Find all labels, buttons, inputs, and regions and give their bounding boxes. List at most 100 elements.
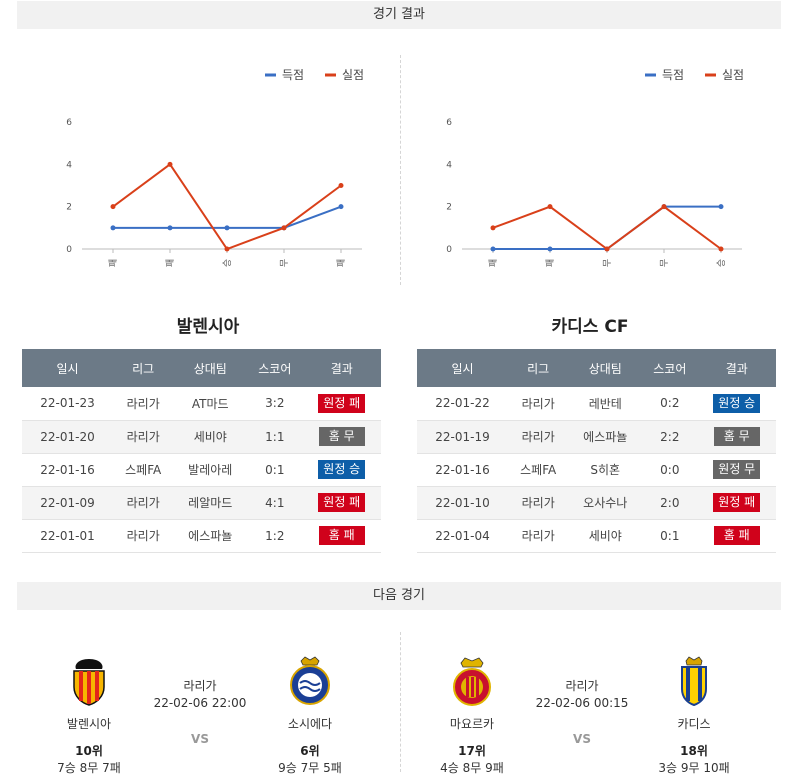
column-header: 결과 (697, 349, 776, 387)
next-match-away-record: 3승 9무 10패 (658, 761, 730, 775)
legend-label-scored: 득점 (282, 68, 304, 82)
cell-date: 22-01-20 (22, 420, 114, 454)
data-point-conceded (281, 225, 287, 231)
data-point-conceded (718, 246, 724, 252)
x-tick-label: 무 (279, 259, 290, 267)
data-point-scored (547, 246, 553, 252)
y-tick-label: 2 (446, 203, 452, 213)
next-match-datetime: 22-02-06 00:15 (535, 696, 629, 710)
cell-date: 22-01-01 (22, 519, 114, 553)
cell-opponent: 에스파뇰 (568, 420, 643, 454)
cell-score: 2:2 (642, 420, 698, 454)
result-badge: 홈 무 (318, 427, 365, 446)
next-match-info: 라리가 22-02-06 00:15 VS (512, 677, 652, 746)
cell-opponent: S히혼 (568, 453, 643, 487)
valencia-results-table: 일시 리그 상대팀 스코어 결과 22-01-23 라리가 AT마드 3:2 원정 패 22-01… (22, 349, 381, 553)
result-badge: 원정 무 (713, 460, 761, 479)
cell-date: 22-01-10 (417, 486, 509, 520)
next-match-away-rank: 6위 (300, 744, 320, 758)
mallorca-crest-icon (453, 657, 491, 706)
next-match-vs: VS (191, 732, 209, 746)
cell-result: 원정 승 (697, 387, 776, 421)
next-match-away-name: 소시에다 (287, 717, 333, 731)
y-tick-label: 6 (66, 118, 72, 128)
result-badge: 원정 패 (318, 393, 366, 413)
cell-opponent: 세비야 (568, 519, 643, 553)
cell-opponent: 발레아레 (173, 453, 248, 487)
result-badge: 원정 승 (713, 393, 761, 413)
y-tick-label: 0 (446, 245, 452, 255)
results-divider (400, 55, 401, 285)
cell-league: 라리가 (508, 387, 569, 421)
legend-label-scored: 득점 (662, 68, 684, 82)
table-row: 22-01-04 라리가 세비야 0:1 홈 패 (417, 519, 776, 553)
cell-opponent: 오사수나 (568, 486, 643, 520)
y-tick-label: 2 (66, 203, 72, 213)
cell-score: 1:1 (247, 420, 303, 454)
cell-league: 라리가 (113, 387, 174, 421)
table-row: 22-01-10 라리가 오사수나 2:0 원정 패 (417, 486, 776, 520)
x-tick-label: 승 (716, 259, 727, 267)
data-point-scored (110, 225, 116, 231)
real-sociedad-crest-icon (290, 656, 330, 705)
cell-date: 22-01-09 (22, 486, 114, 520)
y-tick-label: 4 (66, 160, 72, 170)
cadiz-crest-icon (681, 656, 707, 707)
x-tick-label: 패 (488, 259, 499, 267)
cell-result: 원정 승 (302, 453, 381, 487)
result-badge: 원정 패 (318, 493, 366, 512)
next-match-divider (400, 632, 401, 772)
next-match-away-team[interactable]: 카디스 18위 3승 9무 10패 (634, 655, 754, 776)
cell-result: 원정 패 (697, 486, 776, 520)
column-header: 리그 (113, 349, 174, 387)
y-tick-label: 0 (66, 245, 72, 255)
cadiz-results-chart: 득점 실점 0 2 4 6 패 패 무 무 승 (446, 68, 744, 267)
cell-result: 원정 패 (302, 486, 381, 520)
column-header: 스코어 (247, 349, 303, 387)
cell-score: 0:1 (642, 519, 698, 553)
chart-legend: 득점 실점 (645, 68, 744, 82)
cell-opponent: 레반테 (568, 387, 643, 421)
cell-date: 22-01-16 (22, 453, 114, 487)
cell-league: 라리가 (113, 486, 174, 520)
next-match-home-record: 7승 8무 7패 (57, 761, 121, 775)
data-point-conceded (661, 204, 667, 210)
cell-date: 22-01-23 (22, 387, 114, 421)
cell-score: 1:2 (247, 519, 303, 553)
next-match-datetime: 22-02-06 22:00 (153, 696, 247, 710)
results-section-header: 경기 결과 (17, 1, 781, 29)
cell-score: 0:1 (247, 453, 303, 487)
next-match-section-header: 다음 경기 (17, 582, 781, 610)
cell-date: 22-01-16 (417, 453, 509, 487)
next-match-away-name: 카디스 (677, 717, 711, 731)
cell-score: 0:2 (642, 387, 698, 421)
table-row: 22-01-09 라리가 레알마드 4:1 원정 패 (22, 486, 381, 520)
cell-result: 홈 무 (697, 420, 776, 454)
data-point-conceded (167, 161, 173, 167)
data-point-conceded (604, 246, 610, 252)
table-row: 22-01-23 라리가 AT마드 3:2 원정 패 (22, 387, 381, 421)
x-tick-label: 무 (659, 259, 670, 267)
next-match-2: 마요르카 17위 4승 8무 9패 라리가 22-02-06 00:15 VS … (402, 645, 782, 775)
column-header: 결과 (302, 349, 381, 387)
data-point-scored (167, 225, 173, 231)
table-row: 22-01-22 라리가 레반테 0:2 원정 승 (417, 387, 776, 421)
x-tick-label: 무 (602, 259, 613, 267)
cell-score: 3:2 (247, 387, 303, 421)
cadiz-results-table: 일시 리그 상대팀 스코어 결과 22-01-22 라리가 레반테 0:2 원정 승 22-01-… (417, 349, 776, 553)
table-row: 22-01-01 라리가 에스파뇰 1:2 홈 패 (22, 519, 381, 553)
column-header: 상대팀 (568, 349, 643, 387)
cell-result: 홈 패 (302, 519, 381, 553)
team-title-left: 발렌시아 (176, 317, 240, 337)
next-match-info: 라리가 22-02-06 22:00 VS (130, 677, 270, 746)
column-header: 일시 (417, 349, 509, 387)
series-line-conceded (492, 205, 722, 251)
next-match-away-record: 9승 7무 5패 (278, 761, 342, 775)
x-tick-label: 승 (222, 259, 233, 267)
cell-league: 라리가 (113, 420, 174, 454)
cell-opponent: AT마드 (173, 387, 248, 421)
cell-league: 라리가 (113, 519, 174, 553)
result-badge: 원정 승 (318, 460, 366, 479)
next-match-away-team[interactable]: 소시에다 6위 9승 7무 5패 (250, 655, 370, 776)
series-line-scored (493, 205, 721, 250)
